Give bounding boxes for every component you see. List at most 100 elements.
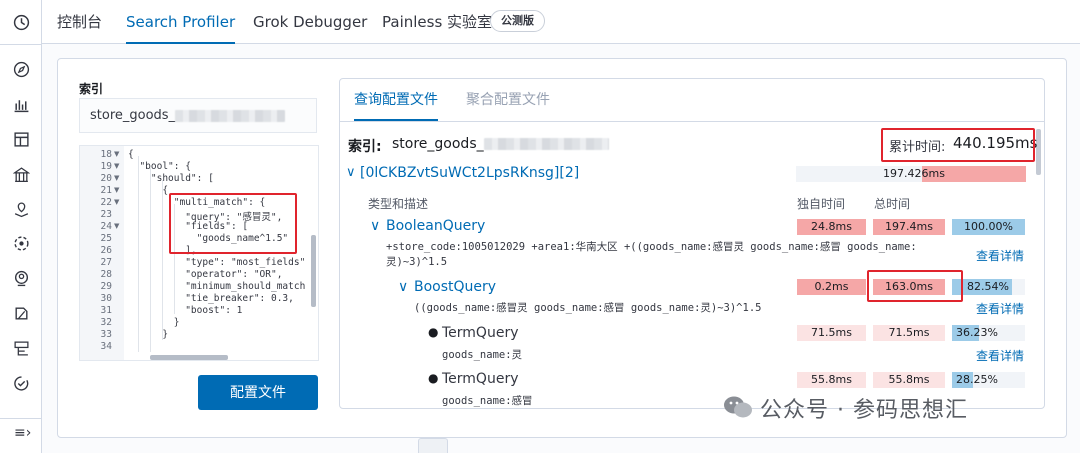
bottom-handle[interactable] — [418, 438, 448, 453]
code-line: "operator": "OR", — [128, 269, 283, 280]
fold-arrow-icon[interactable]: ▼ — [114, 198, 119, 206]
canvas-icon[interactable] — [11, 164, 31, 184]
line-number: 31 — [100, 305, 112, 316]
line-number: 23 — [100, 209, 112, 220]
users-icon[interactable] — [11, 268, 31, 288]
total-time-bar: 197.4ms — [873, 219, 945, 235]
redacted-text — [175, 109, 286, 122]
line-number: 32 — [100, 317, 112, 328]
row-chevron-icon[interactable]: ∨ — [370, 218, 380, 234]
fold-arrow-icon[interactable]: ▼ — [114, 174, 119, 182]
top-nav: 控制台 Search Profiler Grok Debugger Painle… — [42, 0, 1080, 44]
pct-value: 36.23% — [956, 326, 998, 339]
maps-icon[interactable] — [11, 199, 31, 219]
code-line: "tie_breaker": 0.3, — [128, 293, 294, 304]
code-line: "type": "most_fields" — [128, 257, 306, 268]
query-type[interactable]: BoostQuery — [414, 279, 496, 295]
tab-query-profile[interactable]: 查询配置文件 — [354, 79, 438, 121]
self-time-header: 独自时间 — [797, 197, 846, 211]
line-number: 19 — [100, 161, 112, 172]
type-desc-header: 类型和描述 — [368, 197, 429, 211]
bullet-icon: ● — [428, 325, 439, 339]
profile-button[interactable]: 配置文件 — [198, 375, 318, 410]
compass-icon[interactable] — [11, 59, 31, 79]
index-input-value: store_goods_ — [90, 108, 176, 123]
fold-arrow-icon[interactable]: ▼ — [114, 150, 119, 158]
query-type[interactable]: BooleanQuery — [386, 218, 485, 234]
self-time-bar: 55.8ms — [797, 372, 866, 388]
sidebar: ≡› — [0, 0, 42, 453]
line-number: 25 — [100, 233, 112, 244]
code-line: "should": [ — [128, 173, 214, 184]
query-description: goods_name:灵 — [442, 349, 523, 361]
line-number: 27 — [100, 257, 112, 268]
line-number: 18 — [100, 149, 112, 160]
code-line: } — [128, 317, 180, 328]
clock-icon[interactable] — [11, 12, 31, 32]
self-time-bar: 24.8ms — [797, 219, 866, 235]
fold-arrow-icon[interactable]: ▼ — [114, 162, 119, 170]
query-description-cont: 灵)~3)^1.5 — [386, 256, 448, 268]
line-number: 30 — [100, 293, 112, 304]
tab-aggregation-profile[interactable]: 聚合配置文件 — [466, 79, 550, 121]
line-number: 28 — [100, 269, 112, 280]
line-number: 24 — [100, 221, 112, 232]
query-description: +store_code:1005012029 +area1:华南大区 +((go… — [386, 241, 917, 253]
line-number: 26 — [100, 245, 112, 256]
fold-arrow-icon[interactable]: ▼ — [114, 186, 119, 194]
uptime-icon[interactable] — [11, 373, 31, 393]
line-number: 21 — [100, 185, 112, 196]
row-chevron-icon[interactable]: ∨ — [398, 279, 408, 295]
ml-icon[interactable] — [11, 233, 31, 253]
highlight-box-total-time — [867, 270, 963, 302]
editor-horizontal-scrollbar[interactable] — [150, 355, 228, 360]
highlight-box-multi-match — [169, 193, 297, 254]
pct-value: 28.25% — [956, 373, 998, 386]
view-details-link[interactable]: 查看详情 — [976, 247, 1024, 264]
redacted-text — [483, 138, 609, 150]
security-icon[interactable] — [11, 303, 31, 323]
line-number: 34 — [100, 341, 112, 352]
query-type: TermQuery — [442, 371, 519, 387]
line-number: 29 — [100, 281, 112, 292]
bullet-icon: ● — [428, 371, 439, 385]
editor-vertical-scrollbar[interactable] — [311, 235, 316, 307]
shard-time-value: 197.426ms — [883, 167, 945, 180]
query-description: goods_name:感冒 — [442, 395, 533, 407]
tab-painless-lab[interactable]: Painless 实验室 — [382, 0, 492, 44]
highlight-box-cumulative-time — [881, 128, 1035, 162]
result-index-value: store_goods_ — [392, 136, 609, 152]
query-type: TermQuery — [442, 325, 519, 341]
beta-badge: 公测版 — [490, 10, 545, 32]
total-time-header: 总时间 — [874, 197, 911, 211]
chart-icon[interactable] — [11, 94, 31, 114]
self-time-bar: 0.2ms — [797, 279, 866, 295]
shard-chevron-icon[interactable]: ∨ — [346, 165, 356, 180]
query-description: ((goods_name:感冒灵 goods_name:感冒 goods_nam… — [414, 302, 762, 314]
view-details-link[interactable]: 查看详情 — [976, 347, 1024, 364]
fold-arrow-icon[interactable]: ▼ — [114, 222, 119, 230]
line-number: 22 — [100, 197, 112, 208]
total-time-bar: 71.5ms — [873, 325, 945, 341]
self-time-bar: 71.5ms — [797, 325, 866, 341]
index-input[interactable]: store_goods_ — [79, 98, 317, 133]
pct-bar: 100.00% — [952, 219, 1025, 235]
result-index-label: 索引: — [348, 139, 382, 155]
watermark-text: 公众号 · 参码思想汇 — [760, 398, 968, 423]
collapse-menu-icon[interactable]: ≡› — [14, 425, 31, 441]
pct-value: 82.54% — [967, 280, 1009, 293]
code-line: "minimum_should_match — [128, 281, 306, 292]
wechat-logo-icon — [722, 394, 754, 420]
code-line: "boost": 1 — [128, 305, 243, 316]
view-details-link[interactable]: 查看详情 — [976, 300, 1024, 317]
code-line: { — [128, 149, 134, 160]
tab-console[interactable]: 控制台 — [57, 0, 102, 44]
tab-grok-debugger[interactable]: Grok Debugger — [253, 0, 367, 44]
shard-id[interactable]: [0lCKBZvtSuWCt2LpsRKnsg][2] — [360, 165, 579, 181]
line-number: 20 — [100, 173, 112, 184]
dashboard-icon[interactable] — [11, 129, 31, 149]
logs-icon[interactable] — [11, 338, 31, 358]
line-number: 33 — [100, 329, 112, 340]
total-time-bar: 55.8ms — [873, 372, 945, 388]
tab-search-profiler[interactable]: Search Profiler — [126, 0, 236, 44]
